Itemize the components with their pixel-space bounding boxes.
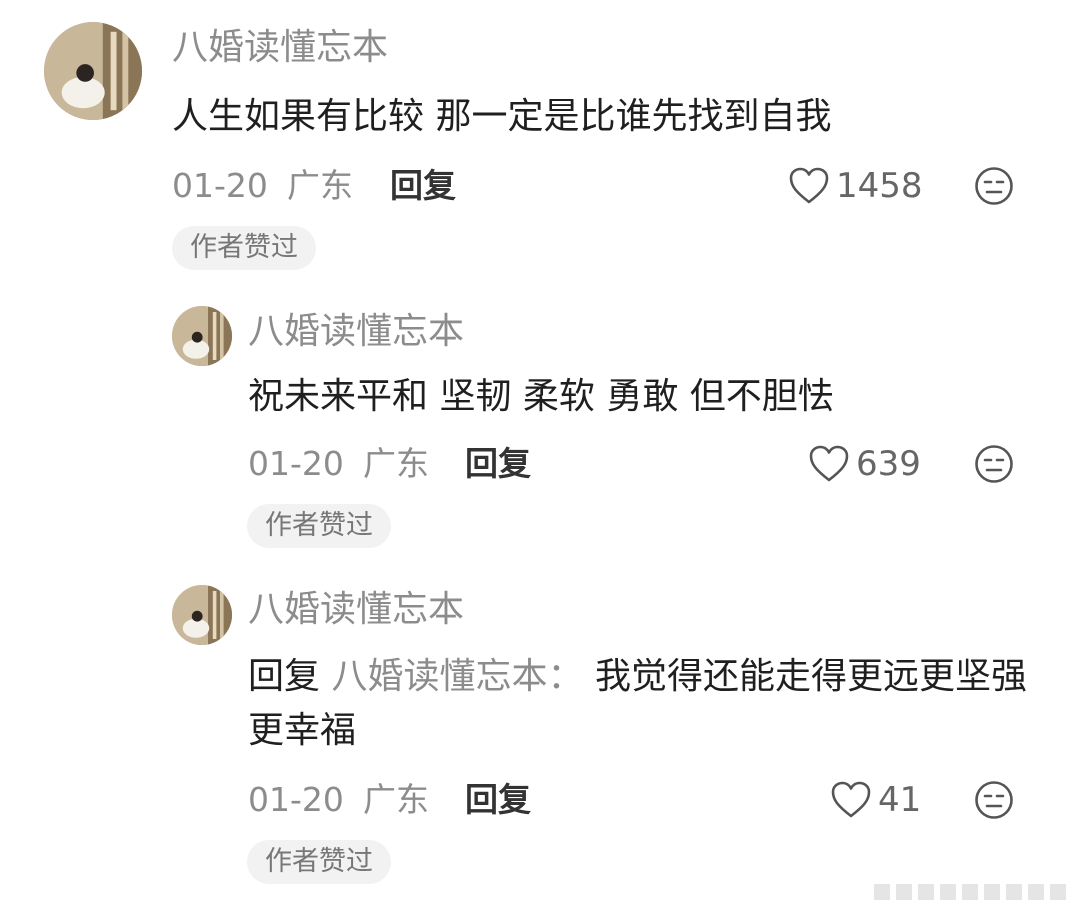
dislike-button[interactable] xyxy=(974,780,1014,820)
reply-target-user[interactable]: 八婚读懂忘本： xyxy=(331,656,583,697)
watermark-graphic xyxy=(874,884,1066,900)
neutral-face-icon xyxy=(975,781,1013,819)
like-count: 41 xyxy=(878,780,922,820)
like-button[interactable]: 41 xyxy=(830,780,921,820)
reply-button[interactable]: 回复 xyxy=(465,780,531,820)
reply-item: 八婚读懂忘本 回复 八婚读懂忘本： 我觉得还能走得更远更坚强更幸福 01-20 … xyxy=(0,0,1080,900)
comment-location: 广东 xyxy=(363,780,429,819)
avatar-image xyxy=(172,585,232,645)
author-liked-badge: 作者赞过 xyxy=(247,840,391,884)
heart-outline-icon xyxy=(831,781,871,818)
comment-date: 01-20 xyxy=(248,780,344,819)
comment-author[interactable]: 八婚读懂忘本 xyxy=(248,590,464,630)
avatar[interactable] xyxy=(172,585,232,645)
comment-text: 回复 八婚读懂忘本： 我觉得还能走得更远更坚强更幸福 xyxy=(248,650,1038,758)
reply-prefix: 回复 xyxy=(248,656,321,697)
